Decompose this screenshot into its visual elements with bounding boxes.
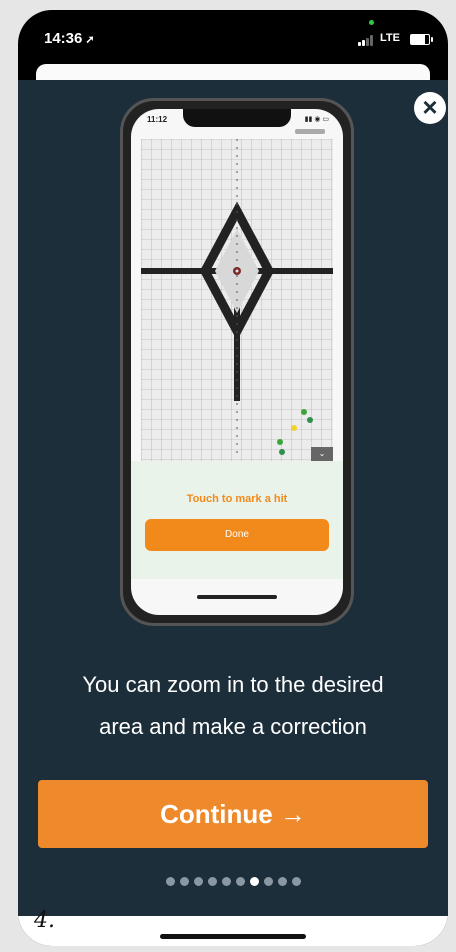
- page-dot: [207, 877, 217, 886]
- hit-marker: [279, 449, 285, 455]
- page-dot: [221, 877, 231, 886]
- page-dot: [193, 877, 203, 886]
- phone-mockup: 11:12 ▮▮ ◉ ▭ ⌄ Touch to mark a hit Done: [120, 98, 354, 626]
- camera-indicator: [369, 20, 374, 25]
- device-frame: 14:36 ➚ LTE × 11:12 ▮▮ ◉ ▭ ⌄ Touch to ma…: [18, 10, 448, 946]
- location-arrow-icon: ➚: [85, 34, 95, 46]
- battery-icon: [410, 34, 433, 45]
- status-time-text: 14:36: [44, 30, 83, 47]
- description-line-1: You can zoom in to the desired: [82, 672, 384, 697]
- close-icon[interactable]: ×: [414, 92, 446, 124]
- page-dot-active: [249, 877, 259, 886]
- mockup-home-indicator: [197, 595, 277, 599]
- page-dot: [277, 877, 287, 886]
- hit-marker: [291, 425, 297, 431]
- chevron-down-icon: ⌄: [311, 447, 333, 461]
- mockup-status-icons: ▮▮ ◉ ▭: [304, 116, 329, 123]
- mockup-time: 11:12: [147, 115, 168, 124]
- bottom-bar: [18, 916, 448, 946]
- tutorial-description: You can zoom in to the desired area and …: [48, 664, 418, 748]
- mockup-nav-bar: [295, 129, 325, 134]
- hit-marker: [277, 439, 283, 445]
- mark-hit-panel: Touch to mark a hit Done: [131, 461, 343, 579]
- home-indicator[interactable]: [160, 934, 306, 939]
- page-dot: [179, 877, 189, 886]
- signal-bars-icon: [358, 34, 376, 46]
- status-bar: 14:36 ➚ LTE: [18, 10, 448, 68]
- phone-mockup-screen: 11:12 ▮▮ ◉ ▭ ⌄ Touch to mark a hit Done: [131, 109, 343, 615]
- page-dot: [165, 877, 175, 886]
- continue-button[interactable]: Continue →: [38, 780, 428, 848]
- battery-level: [411, 35, 425, 44]
- phone-notch: [183, 109, 291, 127]
- mockup-done-button: Done: [145, 519, 329, 551]
- hit-marker: [307, 417, 313, 423]
- target-image: ⌄: [141, 139, 333, 461]
- page-indicator: [18, 877, 448, 886]
- description-line-2: area and make a correction: [99, 714, 367, 739]
- touch-hint: Touch to mark a hit: [186, 493, 288, 505]
- page-dot: [291, 877, 301, 886]
- page-number: 4.: [34, 908, 55, 933]
- hit-marker: [301, 409, 307, 415]
- tutorial-modal: × 11:12 ▮▮ ◉ ▭ ⌄ Touch to mark a hit Don…: [18, 80, 448, 916]
- page-dot: [235, 877, 245, 886]
- status-time: 14:36 ➚: [44, 30, 95, 47]
- carrier-label: LTE: [380, 32, 400, 44]
- page-dot: [263, 877, 273, 886]
